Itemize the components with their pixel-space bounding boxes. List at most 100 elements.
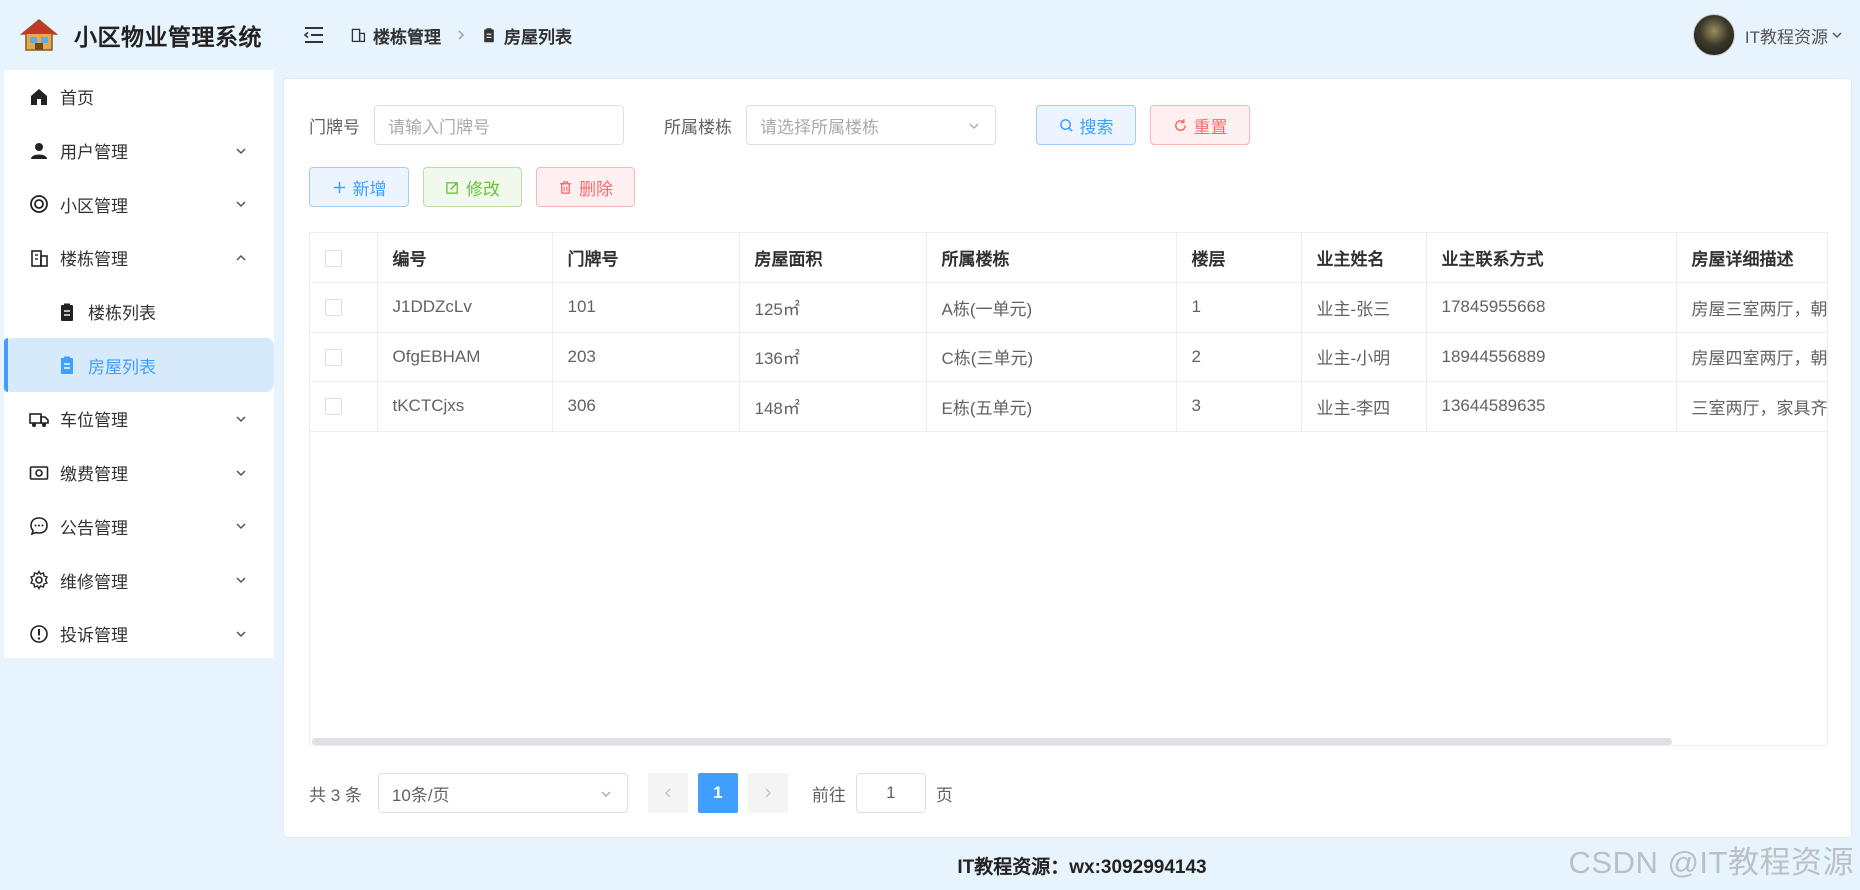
- delete-button-label: 删除: [579, 179, 613, 199]
- plus-icon: [333, 181, 345, 193]
- row-checkbox[interactable]: [325, 299, 342, 317]
- clipboard-icon: [484, 28, 494, 43]
- column-header: 业主联系方式: [1426, 233, 1677, 283]
- table-row[interactable]: OfgEBHAM 203 136㎡ C栋(三单元) 2 业主-小明 189445…: [310, 332, 1827, 382]
- column-header: 房屋面积: [739, 233, 927, 283]
- user-name: IT教程资源: [1744, 27, 1828, 47]
- table-cell: C栋(三单元): [926, 332, 1177, 382]
- chevron-down-icon: [1832, 32, 1842, 39]
- sidebar-item-label: 楼栋管理: [60, 250, 128, 270]
- sidebar-item-buildings[interactable]: 楼栋管理: [4, 231, 274, 285]
- column-header: 编号: [377, 233, 553, 283]
- sidebar-item-building-list[interactable]: 楼栋列表: [4, 285, 274, 339]
- chevron-down-icon: [236, 416, 246, 423]
- sidebar-item-payment[interactable]: 缴费管理: [4, 446, 274, 500]
- building-icon: [351, 28, 366, 43]
- delete-button[interactable]: 删除: [536, 167, 635, 207]
- building-select[interactable]: 请选择所属楼栋: [746, 105, 996, 145]
- building-label: 所属楼栋: [664, 117, 732, 137]
- goto-page-value: 1: [886, 783, 896, 802]
- row-checkbox[interactable]: [325, 398, 342, 416]
- column-header: 房屋详细描述: [1676, 233, 1827, 283]
- warning-icon: [28, 623, 50, 645]
- table-cell: E栋(五单元): [926, 381, 1177, 432]
- sidebar-item-home[interactable]: 首页: [4, 70, 274, 124]
- home-icon: [28, 86, 50, 108]
- goto-suffix: 页: [935, 785, 953, 805]
- sidebar-item-community[interactable]: 小区管理: [4, 177, 274, 231]
- avatar[interactable]: [1692, 14, 1735, 56]
- search-button[interactable]: 搜索: [1036, 105, 1136, 145]
- table-cell: A栋(一单元): [926, 282, 1177, 333]
- goto-prefix: 前往: [811, 785, 846, 805]
- main-panel: 门牌号 请输入门牌号 所属楼栋 请选择所属楼栋 搜索 重置 新增 修改 删除 编…: [283, 78, 1852, 838]
- side-menu: 首页 用户管理 小区管理 楼栋管理 楼栋列表 房屋列表 车位管理 缴费管理 公告…: [4, 70, 274, 658]
- table-header-row: 编号 门牌号 房屋面积 所属楼栋 楼层 业主姓名 业主联系方式 房屋详细描述: [310, 233, 1827, 283]
- chevron-down-icon: [969, 123, 979, 129]
- sidebar-item-label: 维修管理: [60, 572, 128, 592]
- sidebar-item-label: 缴费管理: [60, 465, 128, 485]
- row-select-cell: [310, 381, 378, 432]
- sidebar-item-label: 用户管理: [60, 143, 128, 163]
- pagination: 共 3 条 10条/页 1 前往 1 页: [309, 773, 953, 813]
- select-all-checkbox[interactable]: [325, 249, 342, 267]
- edit-button[interactable]: 修改: [423, 167, 522, 207]
- horizontal-scrollbar[interactable]: [312, 738, 1672, 745]
- sidebar-item-notice[interactable]: 公告管理: [4, 500, 274, 554]
- sidebar-item-repair[interactable]: 维修管理: [4, 553, 274, 607]
- house-table: 编号 门牌号 房屋面积 所属楼栋 楼层 业主姓名 业主联系方式 房屋详细描述 J…: [309, 232, 1828, 746]
- sidebar-item-users[interactable]: 用户管理: [4, 124, 274, 178]
- sidebar-item-parking[interactable]: 车位管理: [4, 392, 274, 446]
- table-row[interactable]: J1DDZcLv 101 125㎡ A栋(一单元) 1 业主-张三 178459…: [310, 282, 1827, 333]
- clipboard-icon: [56, 301, 78, 323]
- edit-button-label: 修改: [466, 179, 500, 199]
- breadcrumb-item-buildings[interactable]: 楼栋管理: [350, 23, 441, 48]
- table-row[interactable]: tKCTCjxs 306 148㎡ E栋(五单元) 3 业主-李四 136445…: [310, 381, 1827, 432]
- table-cell: 业主-小明: [1301, 332, 1427, 382]
- add-button[interactable]: 新增: [309, 167, 409, 207]
- chevron-left-icon: [664, 788, 671, 798]
- table-cell: 148㎡: [739, 381, 927, 432]
- column-header: 所属楼栋: [926, 233, 1177, 283]
- lifebuoy-icon: [28, 193, 50, 215]
- total-count: 共 3 条: [309, 785, 362, 805]
- table-cell: 业主-张三: [1301, 282, 1427, 333]
- row-select-cell: [310, 332, 378, 382]
- row-checkbox[interactable]: [325, 348, 342, 366]
- table-cell: 2: [1176, 332, 1302, 382]
- search-form: 门牌号 请输入门牌号 所属楼栋 请选择所属楼栋 搜索 重置: [309, 105, 1250, 145]
- search-icon: [1059, 118, 1073, 132]
- sidebar-item-label: 首页: [60, 89, 94, 109]
- goto-page-input[interactable]: 1: [855, 773, 926, 813]
- next-page-button[interactable]: [747, 773, 788, 813]
- page-number-button[interactable]: 1: [697, 773, 738, 813]
- menu-fold-icon: [303, 27, 323, 43]
- sidebar-item-complaint[interactable]: 投诉管理: [4, 607, 274, 661]
- door-number-input[interactable]: 请输入门牌号: [374, 105, 624, 145]
- menu-fold-button[interactable]: [302, 23, 326, 47]
- reset-button-label: 重置: [1193, 117, 1228, 137]
- edit-icon: [446, 181, 458, 194]
- chevron-down-icon: [236, 470, 246, 476]
- table-cell: 13644589635: [1426, 381, 1677, 432]
- table-cell: 18944556889: [1426, 332, 1677, 382]
- sidebar-item-label: 车位管理: [60, 411, 128, 431]
- app-title: 小区物业管理系统: [74, 24, 262, 50]
- table-cell: 203: [552, 332, 740, 382]
- table-cell: 306: [552, 381, 740, 432]
- house-logo-icon: [20, 19, 58, 51]
- breadcrumb-label: 楼栋管理: [373, 27, 441, 47]
- row-select-cell: [310, 282, 378, 333]
- table-cell: 17845955668: [1426, 282, 1677, 333]
- sidebar-item-label: 房屋列表: [88, 357, 156, 377]
- page-size-select[interactable]: 10条/页: [377, 773, 628, 813]
- reset-button[interactable]: 重置: [1150, 105, 1250, 145]
- user-menu[interactable]: IT教程资源: [1692, 14, 1844, 56]
- chevron-down-icon: [236, 201, 246, 208]
- sidebar-item-house-list[interactable]: 房屋列表: [4, 338, 274, 393]
- prev-page-button[interactable]: [647, 773, 688, 813]
- top-header: 楼栋管理 房屋列表 IT教程资源: [274, 0, 1860, 70]
- chevron-down-icon: [236, 148, 246, 154]
- column-header: 楼层: [1176, 233, 1302, 283]
- sidebar-item-label: 楼栋列表: [88, 304, 156, 324]
